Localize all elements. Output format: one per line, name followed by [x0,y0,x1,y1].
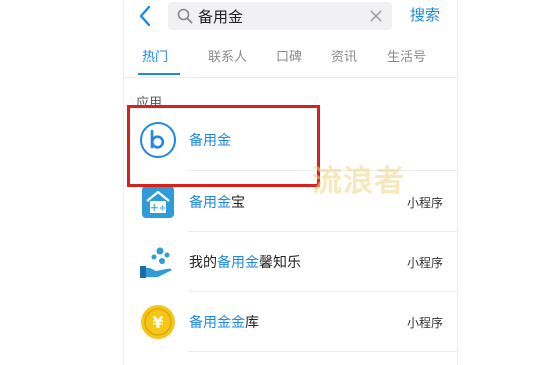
watermark: 流浪者 [312,164,405,199]
search-icon [177,8,193,24]
svg-text:¥: ¥ [152,313,163,332]
tab-life-accounts[interactable]: 生活号 [387,46,426,65]
svg-text:＋÷: ＋÷ [150,203,167,214]
result-item-beiyongjinjinku[interactable]: ¥ 备用金金库 小程序 [124,292,457,352]
highlight-box [127,105,320,187]
back-arrow-icon[interactable] [138,5,152,27]
tab-contacts[interactable]: 联系人 [208,46,247,65]
tab-koubei[interactable]: 口碑 [276,46,302,65]
yuan-coin-icon: ¥ [141,305,175,339]
search-bar: 搜索 [124,0,457,34]
divider [188,351,457,352]
mini-program-tag: 小程序 [406,316,443,330]
result-item-wode-beiyongjin[interactable]: 我的备用金馨知乐 小程序 [124,232,457,292]
clear-icon[interactable] [370,10,382,22]
result-name: 我的备用金馨知乐 [189,255,301,271]
search-button[interactable]: 搜索 [410,4,440,25]
house-calculator-icon: ＋÷ [142,186,174,218]
tab-bar: 热门 联系人 口碑 资讯 生活号 [124,38,457,78]
search-input[interactable] [198,5,358,27]
active-tab-indicator [138,73,180,75]
right-border [457,0,458,365]
mini-program-tag: 小程序 [406,196,443,210]
tab-hot[interactable]: 热门 [142,46,168,65]
search-box[interactable] [168,2,392,30]
mini-program-tag: 小程序 [406,256,443,270]
coins-hand-icon [140,247,172,278]
result-name: 备用金金库 [189,315,259,331]
result-name: 备用金宝 [189,195,245,211]
tab-news[interactable]: 资讯 [331,46,357,65]
